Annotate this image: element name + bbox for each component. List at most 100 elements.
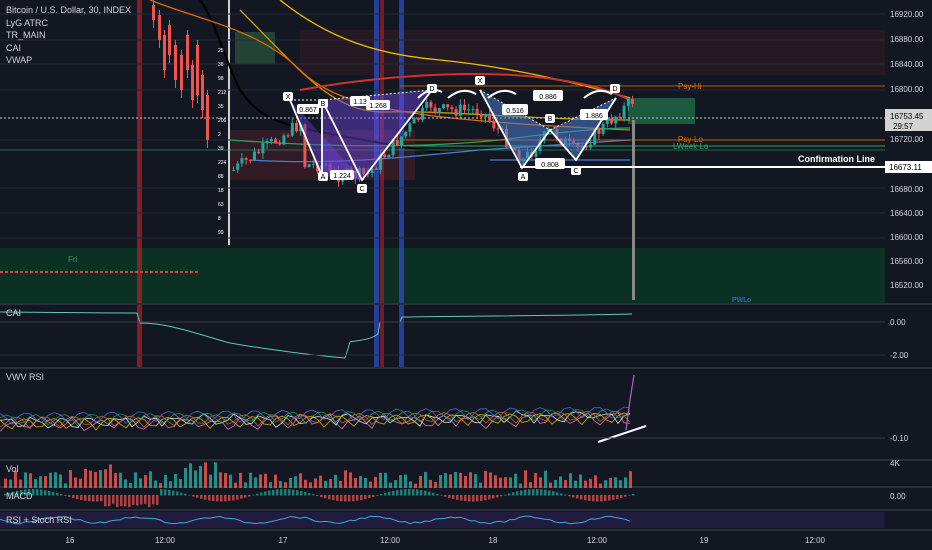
macd-bar bbox=[508, 493, 511, 496]
volume-bar bbox=[574, 480, 577, 488]
cai-pane-label[interactable]: CAI bbox=[6, 308, 21, 318]
volume-bar bbox=[314, 478, 317, 488]
volume-bar bbox=[339, 480, 342, 488]
volume-bar bbox=[54, 472, 57, 488]
volume-bar bbox=[279, 481, 282, 488]
volume-bar bbox=[559, 476, 562, 488]
lweek-lo-label: LWeek Lo bbox=[673, 142, 709, 151]
macd-bar bbox=[360, 495, 363, 501]
candle bbox=[425, 101, 429, 108]
macd-histogram bbox=[4, 489, 635, 508]
p2-ratio-3: 0.886 bbox=[539, 94, 557, 101]
side-number: 99 bbox=[218, 230, 224, 236]
volume-bar bbox=[624, 477, 627, 488]
volume-bar bbox=[569, 473, 572, 488]
macd-bar bbox=[88, 495, 91, 502]
macd-bar bbox=[484, 495, 487, 501]
macd-bar bbox=[464, 495, 467, 502]
vwv-rsi-pane-label[interactable]: VWV RSI bbox=[6, 372, 44, 382]
volume-bar bbox=[324, 480, 327, 488]
macd-bar bbox=[536, 489, 539, 496]
macd-pane-label[interactable]: MACD bbox=[6, 491, 33, 501]
time-tick: 12:00 bbox=[587, 536, 608, 545]
macd-bar bbox=[372, 495, 375, 497]
macd-bar bbox=[612, 495, 615, 500]
confirmation-line-label: Confirmation Line bbox=[798, 154, 875, 164]
volume-bar bbox=[154, 480, 157, 488]
rsi-pane-label[interactable]: RSI + Stoch RSI bbox=[6, 515, 72, 525]
volume-bar bbox=[474, 474, 477, 488]
macd-bar bbox=[592, 495, 595, 502]
candle bbox=[196, 45, 199, 95]
macd-bar bbox=[244, 495, 247, 498]
volume-bar bbox=[604, 480, 607, 488]
volume-bar bbox=[134, 472, 137, 488]
macd-bar bbox=[488, 495, 491, 500]
indicator-tr-main[interactable]: TR_MAIN bbox=[6, 29, 131, 42]
volume-bar bbox=[334, 474, 337, 488]
p2-ratio-4: 1.886 bbox=[585, 113, 603, 120]
candle bbox=[374, 168, 378, 170]
macd-bar bbox=[504, 494, 507, 496]
macd-bar bbox=[112, 495, 115, 504]
volume-bar bbox=[29, 473, 32, 488]
side-number: 39 bbox=[218, 146, 224, 152]
macd-bar bbox=[204, 495, 207, 500]
volume-bar bbox=[9, 479, 12, 488]
macd-bar bbox=[540, 489, 543, 496]
candle bbox=[408, 123, 412, 132]
volume-bar bbox=[259, 474, 262, 488]
vwv-trendline bbox=[597, 425, 647, 443]
volume-bar bbox=[494, 475, 497, 488]
p1-ratio-2: 1.224 bbox=[333, 173, 351, 180]
volume-bar bbox=[264, 473, 267, 488]
candle bbox=[168, 25, 171, 55]
volume-bar bbox=[374, 476, 377, 488]
volume-bar bbox=[174, 474, 177, 488]
volume-bar bbox=[349, 472, 352, 488]
indicator-lyg-atrc[interactable]: LyG ATRC bbox=[6, 17, 131, 30]
macd-bar bbox=[596, 495, 599, 502]
macd-bar bbox=[332, 495, 335, 501]
side-number: 2 bbox=[218, 132, 221, 138]
p2-c-label: C bbox=[573, 168, 578, 175]
volume-bar bbox=[409, 481, 412, 488]
volume-bar bbox=[24, 472, 27, 488]
macd-bar bbox=[552, 491, 555, 496]
side-number: 35 bbox=[218, 104, 224, 110]
volume-bar bbox=[169, 481, 172, 488]
candle bbox=[475, 108, 479, 115]
price-tick: 16600.00 bbox=[890, 233, 924, 242]
volume-bar bbox=[249, 472, 252, 488]
vol-pane-label[interactable]: Vol bbox=[6, 464, 19, 474]
macd-bar bbox=[616, 495, 619, 499]
volume-bar bbox=[309, 482, 312, 488]
volume-bar bbox=[209, 474, 212, 488]
macd-bar bbox=[92, 495, 95, 502]
macd-bar bbox=[588, 495, 591, 501]
volume-bar bbox=[614, 477, 617, 488]
indicator-vwap[interactable]: VWAP bbox=[6, 54, 131, 67]
side-number: 98 bbox=[218, 76, 224, 82]
volume-bar bbox=[194, 470, 197, 488]
macd-bar bbox=[100, 495, 103, 502]
candle bbox=[290, 122, 294, 136]
candle bbox=[484, 113, 487, 117]
macd-bar bbox=[240, 495, 243, 499]
macd-bar bbox=[608, 495, 611, 501]
volume-bar bbox=[224, 472, 227, 488]
macd-bar bbox=[448, 495, 451, 498]
macd-bar bbox=[152, 495, 155, 505]
price-tick: 16920.00 bbox=[890, 10, 924, 19]
p1-b-label: B bbox=[321, 101, 326, 108]
macd-bar bbox=[260, 492, 263, 496]
macd-bar bbox=[356, 495, 359, 501]
chart-window[interactable]: Confirmation Line X A B C D 0.867 1.224 … bbox=[0, 0, 932, 550]
macd-bar bbox=[172, 490, 175, 496]
symbol-title[interactable]: Bitcoin / U.S. Dollar, 30, INDEX bbox=[6, 4, 131, 17]
indicator-cai[interactable]: CAI bbox=[6, 42, 131, 55]
chart-canvas[interactable]: Confirmation Line X A B C D 0.867 1.224 … bbox=[0, 0, 932, 550]
macd-bar bbox=[96, 495, 99, 502]
side-number: 212 bbox=[218, 90, 227, 96]
price-tick: 16680.00 bbox=[890, 185, 924, 194]
